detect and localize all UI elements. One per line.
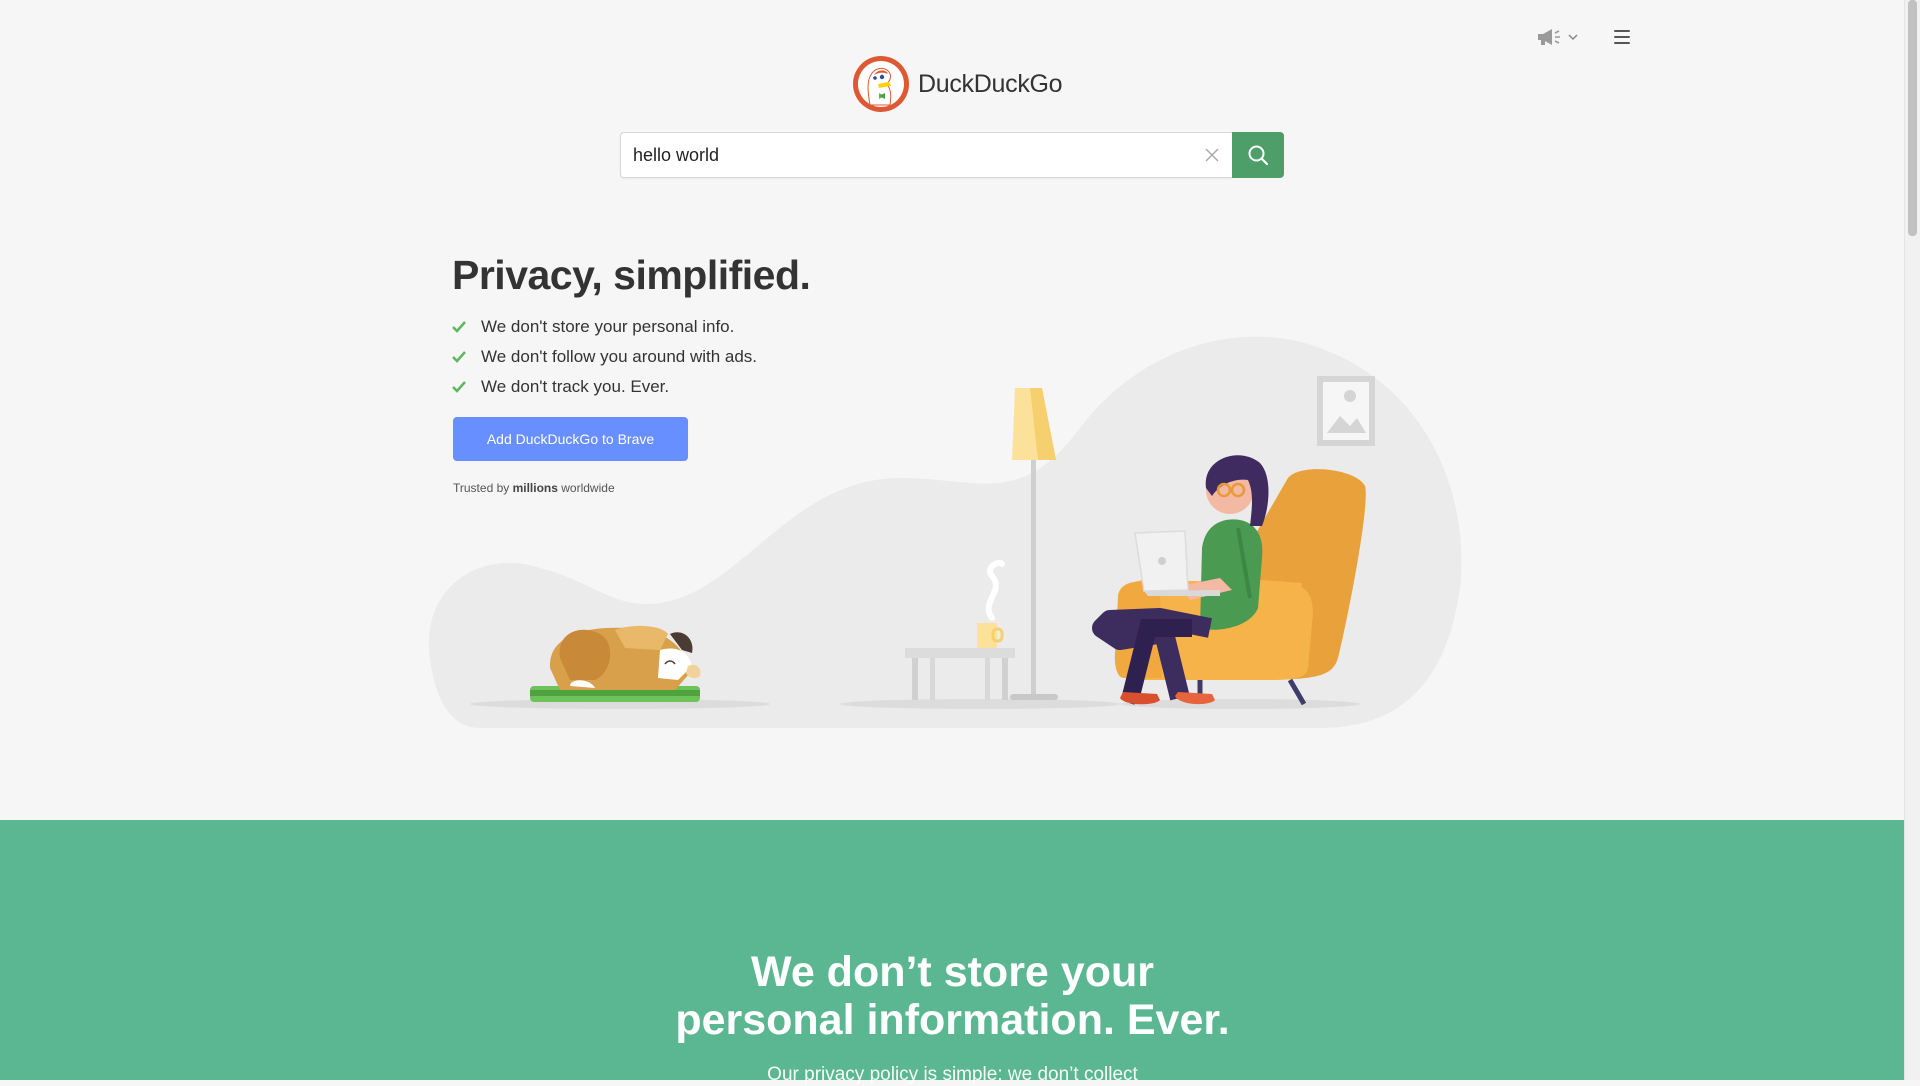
search-form — [620, 132, 1284, 178]
duckduckgo-logo-icon — [853, 56, 909, 112]
scrollbar-thumb[interactable] — [1908, 0, 1917, 236]
announcement-button[interactable] — [1536, 28, 1578, 46]
hero-title: Privacy, simplified. — [452, 252, 811, 298]
clear-search-button[interactable] — [1192, 133, 1232, 177]
privacy-section-subtitle: Our privacy policy is simple: we don’t c… — [767, 1064, 1138, 1085]
page-scrollbar[interactable] — [1904, 0, 1920, 1080]
header-tools — [1536, 28, 1578, 46]
picture-frame — [1317, 376, 1375, 446]
hero-illustration — [428, 336, 1462, 728]
privacy-section-title: We don’t store your personal information… — [675, 948, 1230, 1044]
search-button[interactable] — [1232, 132, 1284, 178]
logo[interactable]: DuckDuckGo — [852, 55, 1063, 113]
hamburger-menu-icon[interactable] — [1614, 30, 1630, 44]
close-icon — [1205, 148, 1219, 162]
chevron-down-icon — [1568, 34, 1578, 41]
logo-text: DuckDuckGo — [918, 69, 1063, 98]
megaphone-icon — [1538, 29, 1560, 45]
search-input[interactable] — [621, 133, 1192, 177]
search-icon — [1248, 145, 1269, 166]
search-box — [620, 132, 1232, 178]
